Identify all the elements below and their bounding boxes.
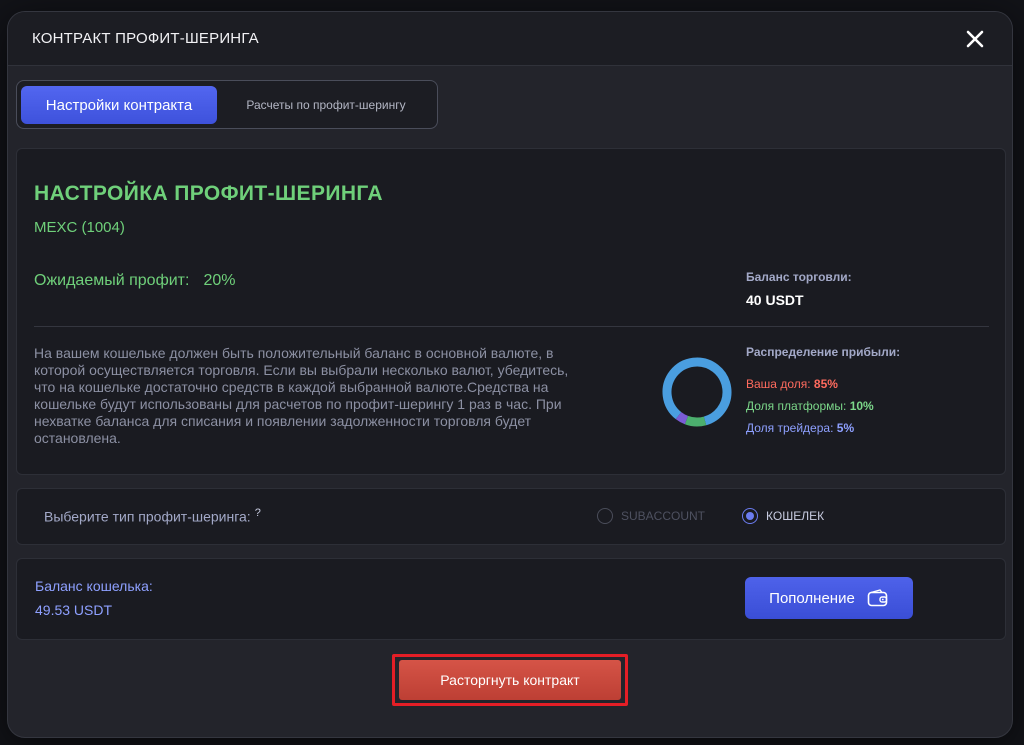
close-button[interactable]	[962, 26, 988, 52]
radio-circle	[597, 508, 613, 524]
share-user-label: Ваша доля:	[746, 377, 811, 391]
profit-sharing-modal: КОНТРАКТ ПРОФИТ-ШЕРИНГА Настройки контра…	[7, 11, 1013, 738]
radio-wallet-label: КОШЕЛЕК	[766, 509, 825, 523]
close-icon	[966, 30, 984, 48]
tab-bar: Настройки контракта Расчеты по профит-ше…	[16, 80, 438, 129]
settings-card: НАСТРОЙКА ПРОФИТ-ШЕРИНГА MEXC (1004) Ожи…	[16, 148, 1006, 475]
share-user-value: 85%	[813, 377, 838, 391]
info-text: На вашем кошельке должен быть положитель…	[34, 345, 569, 446]
topup-button[interactable]: Пополнение	[745, 577, 913, 619]
radio-subaccount-label: SUBACCOUNT	[621, 509, 706, 523]
profit-type-label-text: Выберите тип профит-шеринга:	[44, 508, 251, 525]
help-icon[interactable]: ?	[255, 507, 261, 519]
topup-label: Пополнение	[769, 589, 855, 607]
terminate-highlight: Расторгнуть контракт	[392, 654, 628, 706]
expected-profit-value: 20%	[203, 272, 236, 289]
share-user: Ваша доля: 85%	[746, 377, 838, 391]
share-platform: Доля платформы: 10%	[746, 399, 874, 413]
wallet-card: Баланс кошелька: 49.53 USDT Пополнение	[16, 558, 1006, 640]
radio-circle-selected	[742, 508, 758, 524]
wallet-balance-value: 49.53 USDT	[35, 602, 113, 618]
radio-wallet[interactable]: КОШЕЛЕК	[742, 508, 824, 524]
share-trader-value: 5%	[836, 421, 855, 435]
divider	[34, 326, 989, 327]
trading-balance-label: Баланс торговли:	[746, 270, 852, 284]
radio-subaccount[interactable]: SUBACCOUNT	[597, 508, 705, 524]
distribution-label: Распределение прибыли:	[746, 345, 901, 359]
tab-contract-settings[interactable]: Настройки контракта	[21, 86, 217, 124]
share-trader: Доля трейдера: 5%	[746, 421, 854, 435]
profit-type-card: Выберите тип профит-шеринга:? SUBACCOUNT…	[16, 488, 1006, 545]
expected-profit-label: Ожидаемый профит:	[34, 272, 190, 289]
modal-title: КОНТРАКТ ПРОФИТ-ШЕРИНГА	[32, 30, 259, 47]
exchange-name: MEXC (1004)	[34, 219, 125, 236]
terminate-contract-button[interactable]: Расторгнуть контракт	[399, 660, 621, 700]
modal-header: КОНТРАКТ ПРОФИТ-ШЕРИНГА	[8, 12, 1012, 66]
share-platform-value: 10%	[849, 399, 874, 413]
profit-distribution-donut	[662, 357, 732, 427]
wallet-balance-label: Баланс кошелька:	[35, 578, 153, 594]
trading-balance-value: 40 USDT	[746, 292, 804, 308]
profit-type-label: Выберите тип профит-шеринга:?	[44, 507, 261, 525]
wallet-icon	[867, 589, 888, 607]
tab-profit-sharing-calculations[interactable]: Расчеты по профит-шерингу	[223, 86, 429, 124]
share-trader-label: Доля трейдера:	[746, 421, 834, 435]
share-platform-label: Доля платформы:	[746, 399, 847, 413]
expected-profit: Ожидаемый профит: 20%	[34, 272, 235, 290]
section-title: НАСТРОЙКА ПРОФИТ-ШЕРИНГА	[34, 182, 383, 205]
